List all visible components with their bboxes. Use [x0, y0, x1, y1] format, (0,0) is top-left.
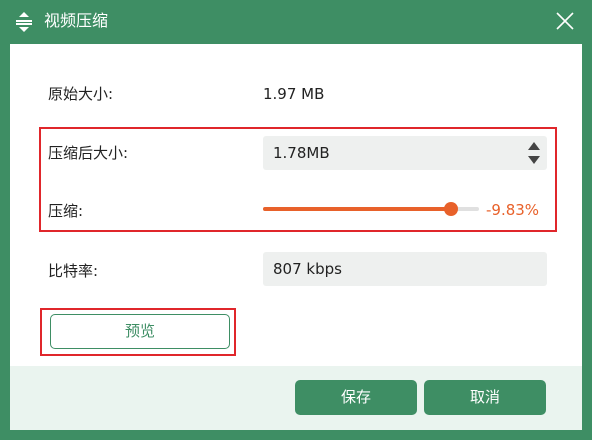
dialog-title: 视频压缩 — [44, 11, 109, 30]
compressed-size-input[interactable]: 1.78MB — [263, 136, 547, 170]
compressed-size-value: 1.78MB — [273, 144, 330, 162]
compression-slider[interactable] — [263, 202, 479, 216]
slider-fill — [263, 207, 451, 211]
caret-up-icon[interactable] — [527, 140, 541, 152]
bitrate-label: 比特率: — [48, 262, 99, 280]
compression-label: 压缩: — [48, 202, 84, 220]
compress-dialog: 视频压缩 原始大小: 1.97 MB 压缩后大小: 1.78MB 压缩: -9.… — [0, 0, 592, 440]
dialog-body: 原始大小: 1.97 MB 压缩后大小: 1.78MB 压缩: -9.83% 比… — [10, 44, 582, 366]
slider-thumb[interactable] — [443, 202, 458, 216]
compression-percent: -9.83% — [486, 201, 540, 219]
compressed-size-label: 压缩后大小: — [48, 144, 129, 162]
compress-icon — [16, 12, 32, 32]
cancel-button[interactable]: 取消 — [424, 380, 546, 415]
bitrate-input[interactable]: 807 kbps — [263, 252, 547, 286]
bitrate-value: 807 kbps — [273, 260, 342, 278]
dialog-footer: 保存 取消 — [10, 366, 582, 430]
caret-down-icon[interactable] — [527, 154, 541, 166]
original-size-value: 1.97 MB — [263, 85, 325, 103]
preview-button[interactable]: 预览 — [50, 314, 230, 349]
save-button[interactable]: 保存 — [295, 380, 417, 415]
close-icon[interactable] — [552, 8, 578, 34]
original-size-label: 原始大小: — [48, 85, 114, 103]
title-bar: 视频压缩 — [0, 0, 592, 44]
